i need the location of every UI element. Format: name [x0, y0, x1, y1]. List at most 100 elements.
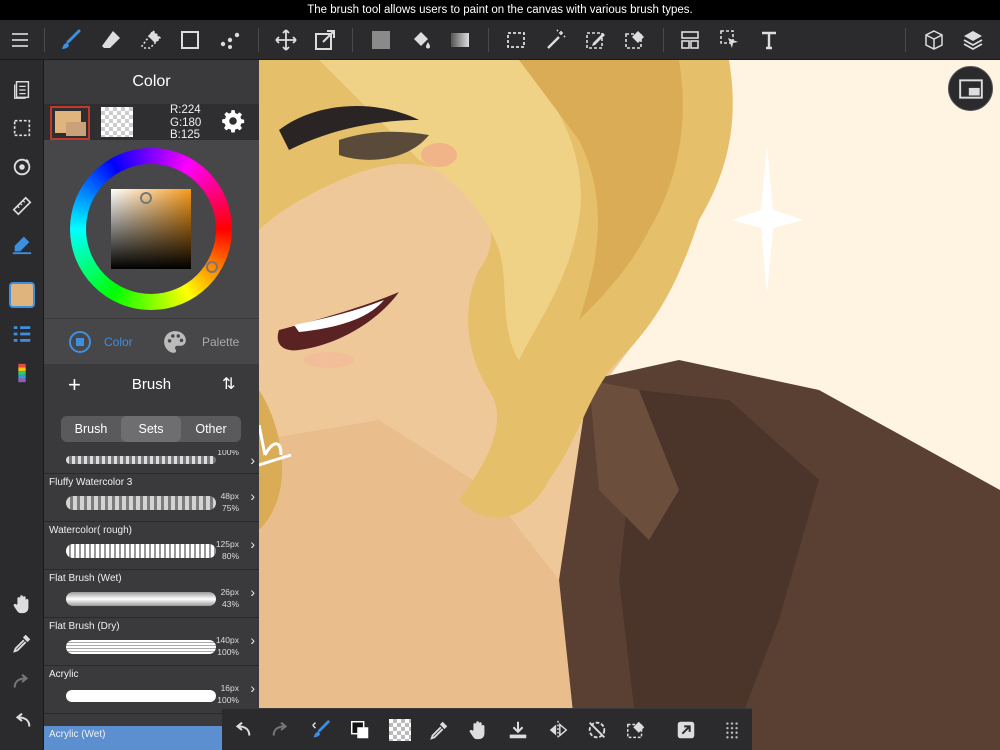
brush-opacity: 100% — [217, 695, 239, 705]
undo-icon[interactable] — [6, 705, 38, 737]
chevron-right-icon[interactable]: › — [250, 584, 255, 600]
toolbar-separator — [663, 28, 664, 52]
brush-row[interactable]: Fluffy Watercolor 3 48px 75% › — [44, 474, 259, 522]
undo-icon[interactable] — [226, 714, 258, 746]
rotate-icon[interactable] — [6, 151, 38, 183]
pages-icon[interactable] — [6, 74, 38, 106]
list-icon[interactable] — [6, 318, 38, 350]
move-icon[interactable] — [270, 24, 302, 56]
segment-other[interactable]: Other — [181, 416, 241, 442]
gear-icon[interactable] — [220, 108, 248, 136]
more-icon[interactable] — [716, 714, 748, 746]
toolbar-separator — [258, 28, 259, 52]
ruler-icon[interactable] — [6, 190, 38, 222]
brush-name: Acrylic — [49, 669, 79, 680]
rgb-readout: R:224 G:180 B:125 — [170, 104, 201, 142]
snap-eraser-icon[interactable] — [620, 714, 652, 746]
tab-color[interactable]: Color — [68, 329, 133, 355]
brush-icon[interactable] — [55, 24, 87, 56]
brush-row[interactable]: Flat Brush (Wet) 26px 43% › — [44, 570, 259, 618]
eyedropper-icon[interactable] — [423, 714, 455, 746]
palette-icon — [164, 331, 186, 353]
caption-bar: The brush tool allows users to paint on … — [0, 0, 1000, 20]
chevron-right-icon[interactable]: › — [250, 632, 255, 648]
flip-icon[interactable] — [542, 714, 574, 746]
brush-row[interactable]: Watercolor( rough) 125px 80% › — [44, 522, 259, 570]
hand-icon[interactable] — [6, 588, 38, 620]
brush-size: 125px — [215, 539, 239, 549]
tab-palette-label: Palette — [202, 335, 240, 349]
redo-icon[interactable] — [6, 666, 38, 698]
quick-icon[interactable] — [670, 714, 702, 746]
rgb-g: G:180 — [170, 116, 202, 129]
hue-picker-knob[interactable] — [206, 261, 218, 273]
rotate-reset-icon[interactable] — [581, 714, 613, 746]
3d-cube-icon[interactable] — [918, 24, 950, 56]
brush-name: Flat Brush (Dry) — [49, 621, 120, 632]
chevron-right-icon[interactable]: › — [250, 536, 255, 552]
main-color-swatch[interactable] — [50, 106, 90, 140]
sv-picker-knob[interactable] — [140, 192, 152, 204]
drawing-canvas[interactable] — [259, 60, 1000, 750]
segment-brush[interactable]: Brush — [61, 416, 121, 442]
brush-name: Acrylic (Wet) — [49, 729, 106, 740]
dot-grid-icon[interactable] — [214, 24, 246, 56]
selection-pen-icon[interactable] — [580, 24, 612, 56]
brush-stroke-preview — [66, 456, 216, 464]
smudge-icon[interactable] — [135, 24, 167, 56]
transparent-color-icon[interactable] — [384, 714, 416, 746]
navigator-button[interactable] — [948, 66, 993, 111]
segment-sets[interactable]: Sets — [121, 416, 181, 442]
brush-opacity: 75% — [221, 503, 239, 513]
color-swap-icon[interactable] — [344, 714, 376, 746]
chevron-right-icon[interactable]: › — [250, 452, 255, 468]
gradient-icon[interactable] — [444, 24, 476, 56]
magic-wand-icon[interactable] — [540, 24, 572, 56]
tab-palette[interactable]: Palette — [162, 329, 239, 355]
brush-size: 16px — [220, 683, 239, 693]
select-layer-icon[interactable] — [714, 24, 746, 56]
brush-stroke-preview — [66, 640, 216, 654]
hand-icon[interactable] — [462, 714, 494, 746]
selection-eraser-icon[interactable] — [619, 24, 651, 56]
chevron-right-icon[interactable]: › — [250, 680, 255, 696]
selection-icon[interactable] — [6, 112, 38, 144]
rgb-r: R:224 — [170, 104, 201, 116]
fill-color-icon[interactable] — [365, 24, 397, 56]
brush-segment-wrap: Brush Sets Other — [44, 406, 259, 450]
panel-layout-icon[interactable] — [674, 24, 706, 56]
selection-rect-icon[interactable] — [500, 24, 532, 56]
transform-icon[interactable] — [309, 24, 341, 56]
brush-row[interactable]: 100% › — [44, 450, 259, 474]
brush-row[interactable]: Acrylic 16px 100% › — [44, 666, 259, 714]
menu-icon[interactable] — [4, 24, 36, 56]
rectangle-shape-icon[interactable] — [174, 24, 206, 56]
paint-bucket-icon[interactable] — [405, 24, 437, 56]
pen-fill-icon[interactable] — [6, 228, 38, 260]
gradient-bars-icon[interactable] — [6, 357, 38, 389]
brush-stroke-preview — [66, 544, 216, 558]
brush-row[interactable]: Flat Brush (Dry) 140px 100% › — [44, 618, 259, 666]
text-icon[interactable] — [753, 24, 785, 56]
layers-icon[interactable] — [957, 24, 989, 56]
chevron-right-icon[interactable]: › — [250, 488, 255, 504]
save-icon[interactable] — [502, 714, 534, 746]
brush-name: Watercolor( rough) — [49, 525, 132, 536]
toolbar-separator — [488, 28, 489, 52]
redo-icon[interactable] — [265, 714, 297, 746]
eraser-icon[interactable] — [95, 24, 127, 56]
color-swatch-icon[interactable] — [6, 279, 38, 311]
brush-swap-icon[interactable] — [305, 714, 337, 746]
tab-color-label: Color — [104, 335, 133, 349]
sort-brushes-button[interactable]: ⇅ — [222, 374, 235, 394]
secondary-color-swatch[interactable] — [101, 107, 133, 137]
top-toolbar — [0, 20, 1000, 60]
navigator-icon — [958, 78, 983, 99]
color-wheel[interactable] — [70, 148, 232, 310]
eyedropper-icon[interactable] — [6, 627, 38, 659]
bottom-toolbar — [222, 708, 752, 750]
brush-stroke-preview — [66, 592, 216, 606]
brush-segmented-control: Brush Sets Other — [61, 416, 241, 442]
rgb-b: B:125 — [170, 129, 201, 141]
brush-panel: + Brush ⇅ Brush Sets Other 100% › Fluffy… — [44, 364, 259, 750]
